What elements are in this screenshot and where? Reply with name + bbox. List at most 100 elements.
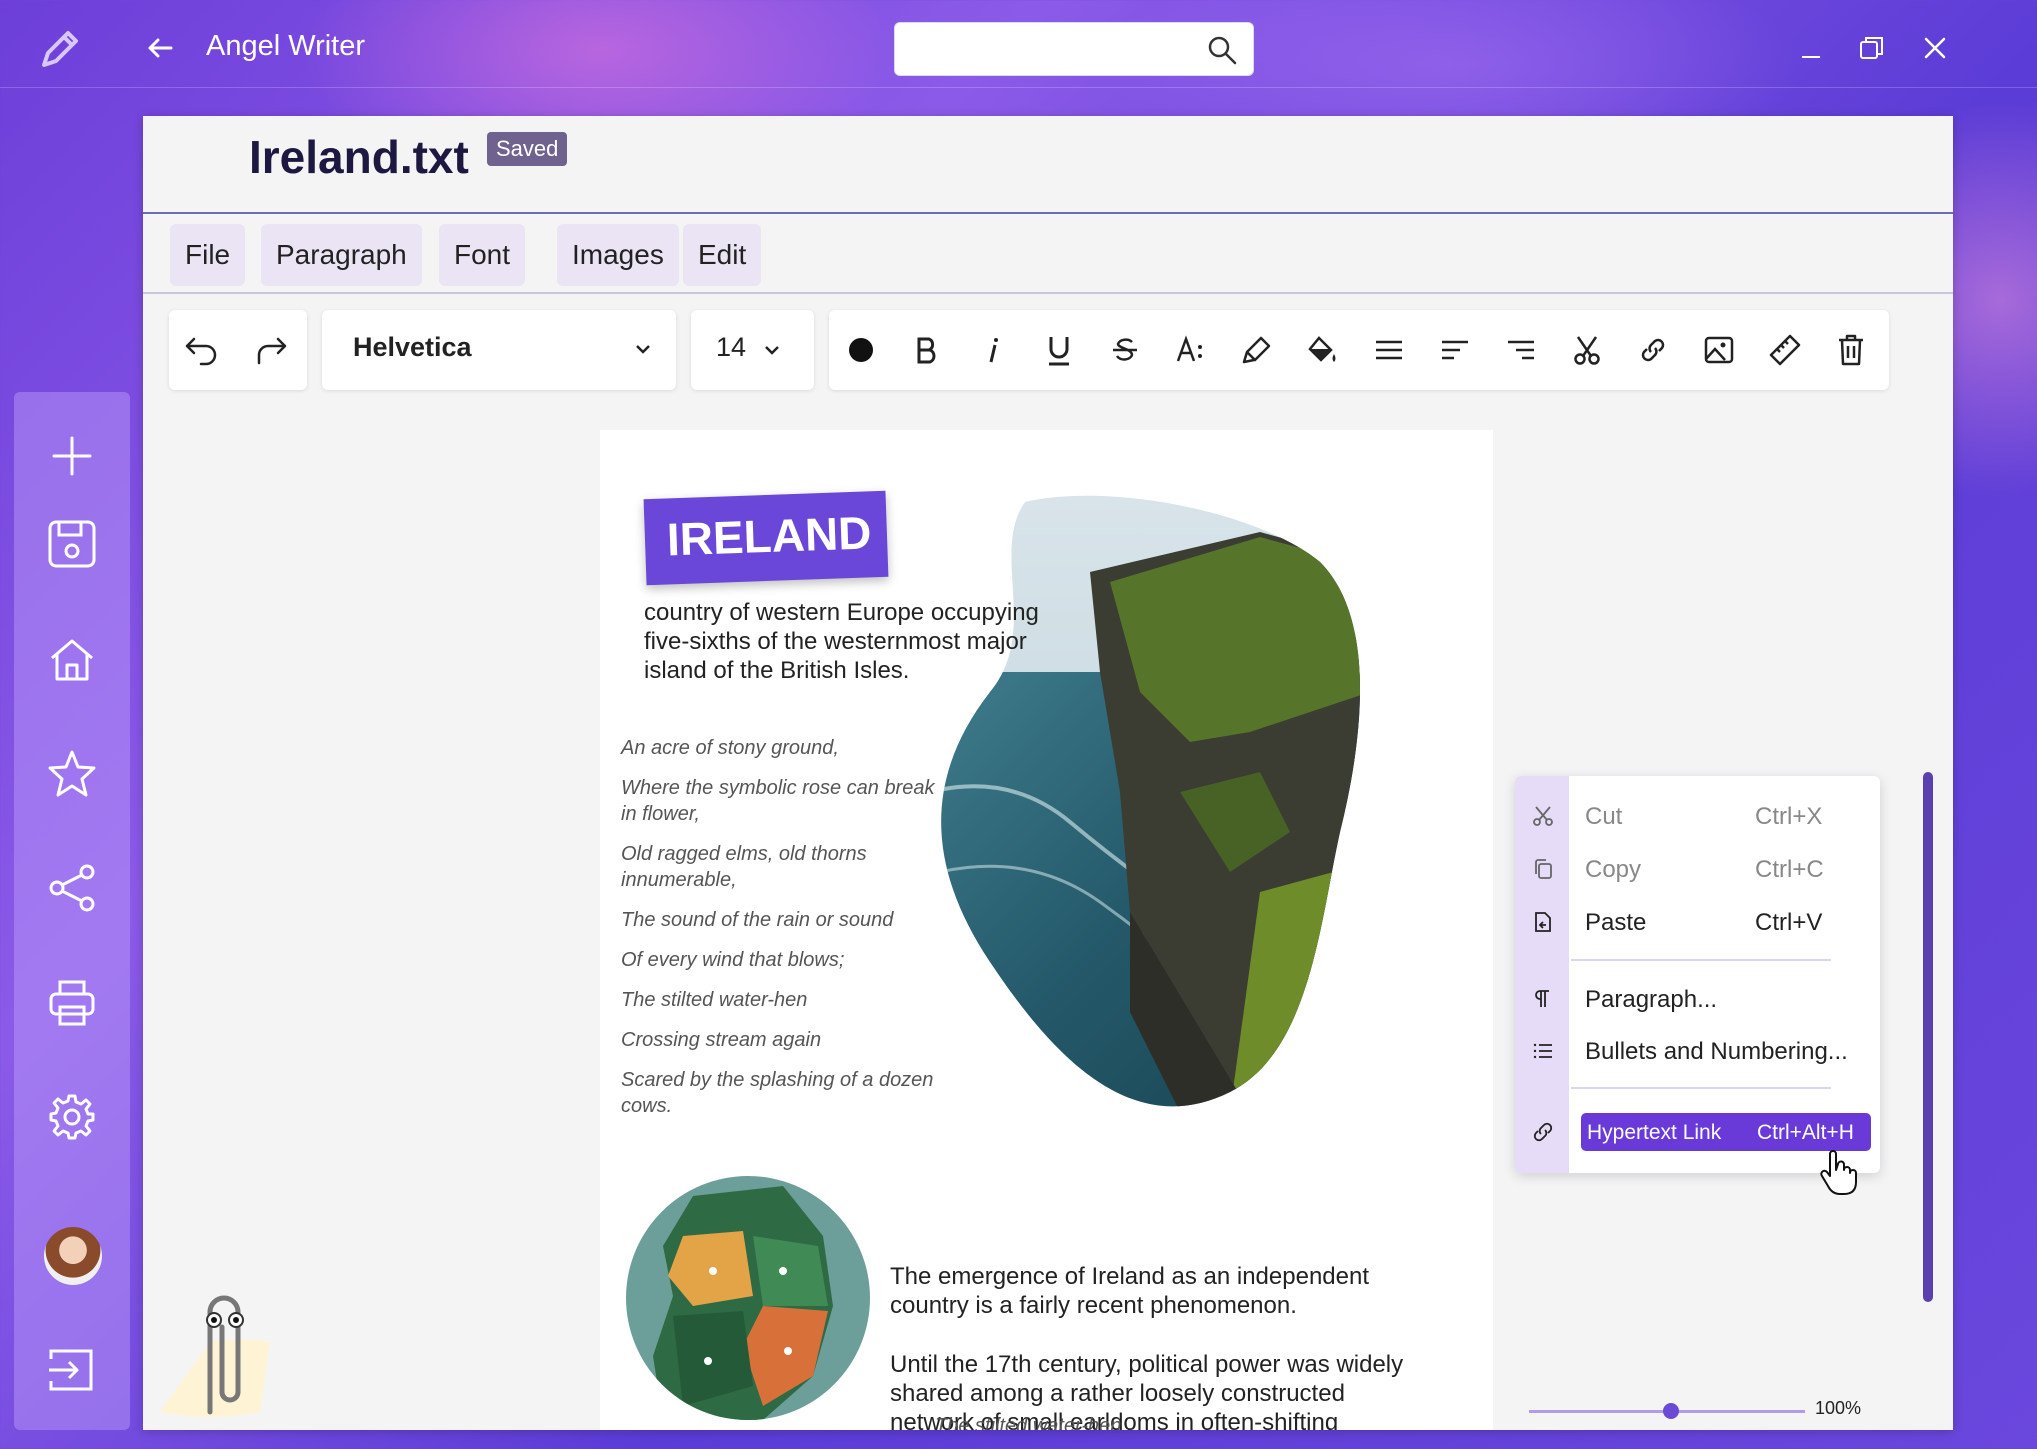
save-button[interactable] bbox=[44, 516, 100, 572]
italic-icon bbox=[989, 338, 998, 363]
context-paragraph[interactable]: Paragraph... bbox=[1515, 974, 1880, 1024]
logout-button[interactable] bbox=[44, 1342, 100, 1398]
document-title[interactable]: Ireland.txt bbox=[249, 130, 469, 184]
menu-edit[interactable]: Edit bbox=[683, 224, 762, 286]
search-input[interactable] bbox=[909, 23, 1199, 73]
ireland-heading-tag[interactable]: IRELAND bbox=[643, 490, 889, 586]
ireland-map-image[interactable] bbox=[623, 1176, 873, 1420]
search-box[interactable] bbox=[894, 22, 1254, 76]
gear-icon bbox=[49, 1094, 95, 1140]
print-button[interactable] bbox=[44, 975, 100, 1031]
intro-paragraph[interactable]: country of western Europe occupying five… bbox=[644, 598, 1074, 685]
align-right-icon bbox=[1508, 340, 1534, 360]
home-icon bbox=[51, 639, 93, 681]
search-icon[interactable] bbox=[1207, 35, 1237, 65]
zoom-slider-handle[interactable] bbox=[1663, 1403, 1679, 1419]
highlighter-button[interactable] bbox=[1239, 332, 1275, 368]
pointer-hand-cursor-icon bbox=[1820, 1150, 1857, 1195]
menu-bar: File Paragraph Font Images Edit bbox=[143, 214, 1953, 294]
font-family-select[interactable]: Helvetica bbox=[322, 310, 676, 390]
zoom-level: 100% bbox=[1815, 1398, 1862, 1418]
undo-button[interactable] bbox=[183, 332, 219, 368]
restore-icon[interactable] bbox=[1857, 33, 1887, 63]
back-arrow-icon[interactable] bbox=[145, 33, 175, 63]
poem[interactable]: An acre of stony ground, Where the symbo… bbox=[621, 735, 951, 1133]
sidebar bbox=[14, 392, 130, 1430]
ireland-heading: IRELAND bbox=[666, 506, 873, 566]
trash-icon bbox=[1839, 334, 1863, 366]
home-button[interactable] bbox=[44, 632, 100, 688]
strikethrough-button[interactable] bbox=[1107, 332, 1143, 368]
paperclip-assistant-icon[interactable] bbox=[150, 1282, 280, 1432]
context-link-label: Hypertext Link bbox=[1587, 1121, 1722, 1144]
context-paste[interactable]: Paste Ctrl+V bbox=[1515, 897, 1880, 947]
context-cut[interactable]: Cut Ctrl+X bbox=[1515, 791, 1880, 841]
align-left-button[interactable] bbox=[1437, 332, 1473, 368]
logout-icon bbox=[49, 1349, 93, 1391]
ruler-button[interactable] bbox=[1767, 332, 1803, 368]
context-hypertext-link[interactable]: Hypertext Link Ctrl+Alt+H bbox=[1581, 1113, 1871, 1151]
context-paste-shortcut: Ctrl+V bbox=[1755, 909, 1823, 936]
favorites-button[interactable] bbox=[44, 746, 100, 802]
redo-button[interactable] bbox=[253, 332, 289, 368]
context-copy-shortcut: Ctrl+C bbox=[1755, 856, 1824, 883]
font-size-select[interactable]: 14 bbox=[691, 310, 814, 390]
context-paragraph-label: Paragraph... bbox=[1585, 986, 1718, 1013]
formatting-toolbar bbox=[829, 310, 1889, 390]
text-color-button[interactable] bbox=[843, 332, 879, 368]
floppy-disk-icon bbox=[48, 520, 96, 568]
context-copy[interactable]: Copy Ctrl+C bbox=[1515, 844, 1880, 894]
body-paragraph[interactable]: The emergence of Ireland as an independe… bbox=[890, 1262, 1410, 1320]
justify-button[interactable] bbox=[1371, 332, 1407, 368]
link-icon bbox=[1533, 1122, 1553, 1142]
menu-paragraph[interactable]: Paragraph bbox=[261, 224, 422, 286]
scissors-icon bbox=[1574, 336, 1600, 365]
editor-window: Ireland.txt Saved File Paragraph Font Im… bbox=[143, 116, 1953, 1430]
share-button[interactable] bbox=[44, 860, 100, 916]
context-bullets-label: Bullets and Numbering... bbox=[1585, 1038, 1848, 1065]
insert-link-button[interactable] bbox=[1635, 332, 1671, 368]
bold-button[interactable] bbox=[909, 332, 945, 368]
document-header: Ireland.txt Saved bbox=[143, 116, 1953, 214]
menu-file[interactable]: File bbox=[170, 224, 246, 286]
cut-button[interactable] bbox=[1569, 332, 1605, 368]
app-title: Angel Writer bbox=[206, 30, 366, 62]
align-justify-icon bbox=[1376, 340, 1402, 360]
italic-button[interactable] bbox=[975, 332, 1011, 368]
context-copy-label: Copy bbox=[1585, 856, 1642, 883]
delete-button[interactable] bbox=[1833, 332, 1869, 368]
align-left-icon bbox=[1442, 340, 1468, 360]
poem-line: The sound of the rain or sound bbox=[621, 909, 894, 931]
plus-icon bbox=[52, 436, 92, 476]
new-document-button[interactable] bbox=[44, 428, 100, 484]
font-size-value: 14 bbox=[716, 332, 747, 362]
context-bullets[interactable]: Bullets and Numbering... bbox=[1515, 1026, 1880, 1076]
insert-image-button[interactable] bbox=[1701, 332, 1737, 368]
document-page[interactable]: IRELAND country of western Europe occupy… bbox=[600, 430, 1493, 1430]
fill-color-button[interactable] bbox=[1305, 332, 1341, 368]
poem-line: Old ragged elms, old thorns innumerable, bbox=[621, 843, 867, 891]
poem-line[interactable]: The stilted water-hen bbox=[935, 1415, 1121, 1430]
minimize-icon[interactable] bbox=[1796, 33, 1826, 63]
menu-separator bbox=[1571, 959, 1831, 961]
strikethrough-icon bbox=[1113, 338, 1137, 361]
settings-button[interactable] bbox=[44, 1089, 100, 1145]
paste-icon bbox=[1535, 912, 1551, 932]
font-size-adjust-button[interactable] bbox=[1173, 332, 1209, 368]
avatar[interactable] bbox=[44, 1227, 102, 1285]
menu-font[interactable]: Font bbox=[439, 224, 526, 286]
close-icon[interactable] bbox=[1920, 33, 1950, 63]
copy-icon bbox=[1535, 859, 1552, 879]
align-right-button[interactable] bbox=[1503, 332, 1539, 368]
title-bar: Angel Writer bbox=[0, 0, 2037, 88]
chevron-down-icon bbox=[636, 345, 650, 354]
underline-button[interactable] bbox=[1041, 332, 1077, 368]
cliffs-of-moher-image[interactable] bbox=[930, 492, 1370, 1112]
pilcrow-icon bbox=[1535, 990, 1549, 1007]
menu-images[interactable]: Images bbox=[557, 224, 679, 286]
poem-line: Scared by the splashing of a dozen cows. bbox=[621, 1069, 934, 1117]
undo-icon bbox=[185, 337, 217, 366]
scrollbar[interactable] bbox=[1923, 772, 1933, 1302]
context-cut-label: Cut bbox=[1585, 803, 1623, 830]
poem-line: An acre of stony ground, bbox=[621, 737, 839, 759]
